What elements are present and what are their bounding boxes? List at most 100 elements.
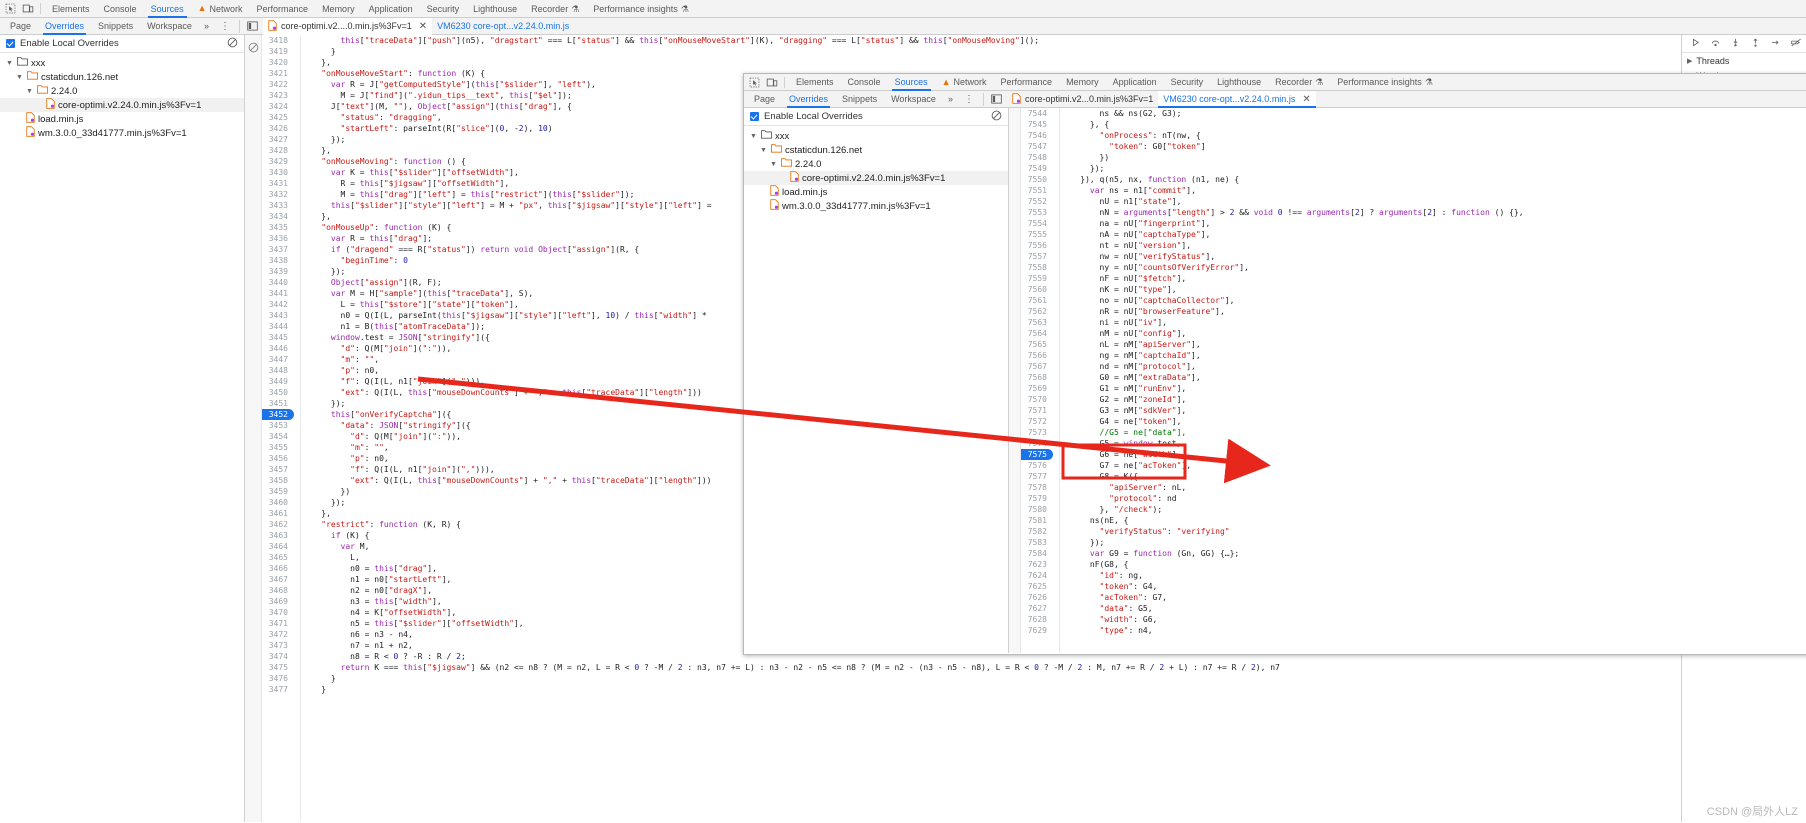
code-text[interactable]: G5 = window.test, [1053, 438, 1182, 449]
code-text[interactable]: var G9 = function (Gn, GG) {…}; [1053, 548, 1239, 559]
line-number[interactable]: 7584 [1021, 548, 1053, 559]
line-number[interactable]: 3433 [262, 200, 294, 211]
line-number[interactable]: 7569 [1021, 383, 1053, 394]
code-line[interactable]: 7578 "apiServer": nL, [1021, 482, 1806, 493]
line-number[interactable]: 7558 [1021, 262, 1053, 273]
code-line[interactable]: 7545 }, { [1021, 119, 1806, 130]
tab-memory[interactable]: Memory [315, 0, 362, 18]
deactivate-breakpoints-icon[interactable] [1790, 37, 1803, 50]
code-text[interactable]: if (K) { [294, 530, 370, 541]
code-line[interactable]: 7574 G5 = window.test, [1021, 438, 1806, 449]
line-number[interactable]: 7577 [1021, 471, 1053, 482]
line-number[interactable]: 3466 [262, 563, 294, 574]
code-text[interactable]: "p": n0, [294, 453, 389, 464]
clear-configuration-icon[interactable] [227, 37, 238, 51]
code-line[interactable]: 7560 nK = nU["type"], [1021, 284, 1806, 295]
code-text[interactable]: }); [294, 134, 345, 145]
line-number[interactable]: 7547 [1021, 141, 1053, 152]
code-text[interactable]: var R = this["drag"]; [294, 233, 432, 244]
line-number[interactable]: 3448 [262, 365, 294, 376]
code-line[interactable]: 7581 ns(nE, { [1021, 515, 1806, 526]
tab-elements[interactable]: Elements [45, 0, 97, 18]
code-text[interactable]: nt = nU["version"], [1053, 240, 1192, 251]
code-text[interactable]: ni = nU["iv"], [1053, 317, 1167, 328]
pause-resume-icon[interactable] [1690, 37, 1701, 50]
code-line[interactable]: 3475 return K === this["$jigsaw"] && (n2… [262, 662, 1681, 673]
line-number[interactable]: 7562 [1021, 306, 1053, 317]
line-number[interactable]: 7578 [1021, 482, 1053, 493]
code-text[interactable]: n3 = this["width"], [294, 596, 442, 607]
line-number[interactable]: 7563 [1021, 317, 1053, 328]
line-number[interactable]: 3456 [262, 453, 294, 464]
line-number[interactable]: 3444 [262, 321, 294, 332]
code-text[interactable]: J["text"](M, ""), Object["assign"](this[… [294, 101, 572, 112]
line-number[interactable]: 7550 [1021, 174, 1053, 185]
line-number[interactable]: 3437 [262, 244, 294, 255]
code-text[interactable]: "verifyStatus": "verifying" [1053, 526, 1230, 537]
device-toolbar-icon[interactable] [20, 2, 35, 16]
inner-tree-row-wm-min-js[interactable]: wm.3.0.0_33d41777.min.js%3Fv=1 [744, 199, 1008, 213]
line-number[interactable]: 3441 [262, 288, 294, 299]
inner-devtools-window[interactable]: Elements Console Sources ▲ Network Perfor… [743, 73, 1806, 655]
code-text[interactable]: nN = arguments["length"] > 2 && void 0 !… [1053, 207, 1524, 218]
code-text[interactable]: "data": G5, [1053, 603, 1153, 614]
code-line[interactable]: 7556 nt = nU["version"], [1021, 240, 1806, 251]
code-text[interactable]: "token": G0["token"] [1053, 141, 1205, 152]
line-number[interactable]: 7549 [1021, 163, 1053, 174]
inner-tree-row-load-min-js[interactable]: load.min.js [744, 185, 1008, 199]
code-line[interactable]: 7625 "token": G4, [1021, 581, 1806, 592]
code-text[interactable]: n4 = K["offsetWidth"], [294, 607, 456, 618]
line-number[interactable]: 7629 [1021, 625, 1053, 636]
code-text[interactable]: }); [1053, 163, 1104, 174]
inner-tab-performance-insights[interactable]: Performance insights ⚗ [1330, 74, 1440, 91]
line-number[interactable]: 3442 [262, 299, 294, 310]
code-text[interactable]: n1 = B(this["atomTraceData"]); [294, 321, 486, 332]
code-line[interactable]: 7544 ns && ns(G2, G3); [1021, 108, 1806, 119]
code-line[interactable]: 7573 //G5 = ne["data"], [1021, 427, 1806, 438]
toggle-navigator-icon[interactable] [990, 93, 1004, 106]
tree-row-cstaticdun[interactable]: ▼ cstaticdun.126.net [0, 70, 244, 84]
inner-tree-row-xxx[interactable]: ▼ xxx [744, 129, 1008, 143]
code-text[interactable]: var ns = n1["commit"], [1053, 185, 1196, 196]
line-number[interactable]: 3445 [262, 332, 294, 343]
inner-tab-elements[interactable]: Elements [789, 74, 841, 91]
line-number[interactable]: 3464 [262, 541, 294, 552]
code-text[interactable]: }); [294, 266, 345, 277]
tab-performance-insights[interactable]: Performance insights ⚗ [586, 0, 696, 18]
code-line[interactable]: 7627 "data": G5, [1021, 603, 1806, 614]
code-text[interactable]: "onMouseMoving": function () { [294, 156, 466, 167]
outer-breakpoint-gutter[interactable] [245, 35, 262, 822]
code-text[interactable]: G1 = nM["runEnv"], [1053, 383, 1187, 394]
code-text[interactable]: }); [294, 398, 345, 409]
code-line[interactable]: 7568 G0 = nM["extraData"], [1021, 372, 1806, 383]
code-line[interactable]: 7561 no = nU["captchaCollector"], [1021, 295, 1806, 306]
code-text[interactable]: R = this["$jigsaw"]["offsetWidth"], [294, 178, 510, 189]
code-text[interactable]: "ext": Q(I(L, this["mouseDownCounts"] + … [294, 475, 711, 486]
enable-overrides-checkbox[interactable] [750, 112, 759, 121]
tab-application[interactable]: Application [362, 0, 420, 18]
line-number[interactable]: 3420 [262, 57, 294, 68]
inner-breakpoint-gutter[interactable] [1009, 108, 1021, 653]
code-text[interactable]: "startLeft": parseInt(R["slice"](0, -2),… [294, 123, 553, 134]
code-text[interactable]: if ("dragend" === R["status"]) return vo… [294, 244, 639, 255]
more-options-kebab-icon[interactable]: ⋮ [958, 94, 980, 105]
line-number[interactable]: 3432 [262, 189, 294, 200]
inner-tab-lighthouse[interactable]: Lighthouse [1210, 74, 1268, 91]
subtab-overrides[interactable]: Overrides [38, 18, 91, 35]
line-number[interactable]: 7580 [1021, 504, 1053, 515]
code-text[interactable]: "onMouseMoveStart": function (K) { [294, 68, 485, 79]
tab-console[interactable]: Console [97, 0, 144, 18]
code-text[interactable]: "d": Q(M["join"](":")), [294, 343, 452, 354]
line-number[interactable]: 7571 [1021, 405, 1053, 416]
line-number[interactable]: 7557 [1021, 251, 1053, 262]
line-number[interactable]: 3434 [262, 211, 294, 222]
code-text[interactable]: this["onVerifyCaptcha"]({ [294, 409, 451, 420]
line-number[interactable]: 3477 [262, 684, 294, 695]
line-number[interactable]: 7552 [1021, 196, 1053, 207]
code-text[interactable]: }); [294, 497, 345, 508]
step-icon[interactable] [1770, 37, 1781, 50]
line-number[interactable]: 3465 [262, 552, 294, 563]
more-options-kebab-icon[interactable]: ⋮ [214, 21, 236, 32]
inner-tab-console[interactable]: Console [841, 74, 888, 91]
line-number[interactable]: 7545 [1021, 119, 1053, 130]
